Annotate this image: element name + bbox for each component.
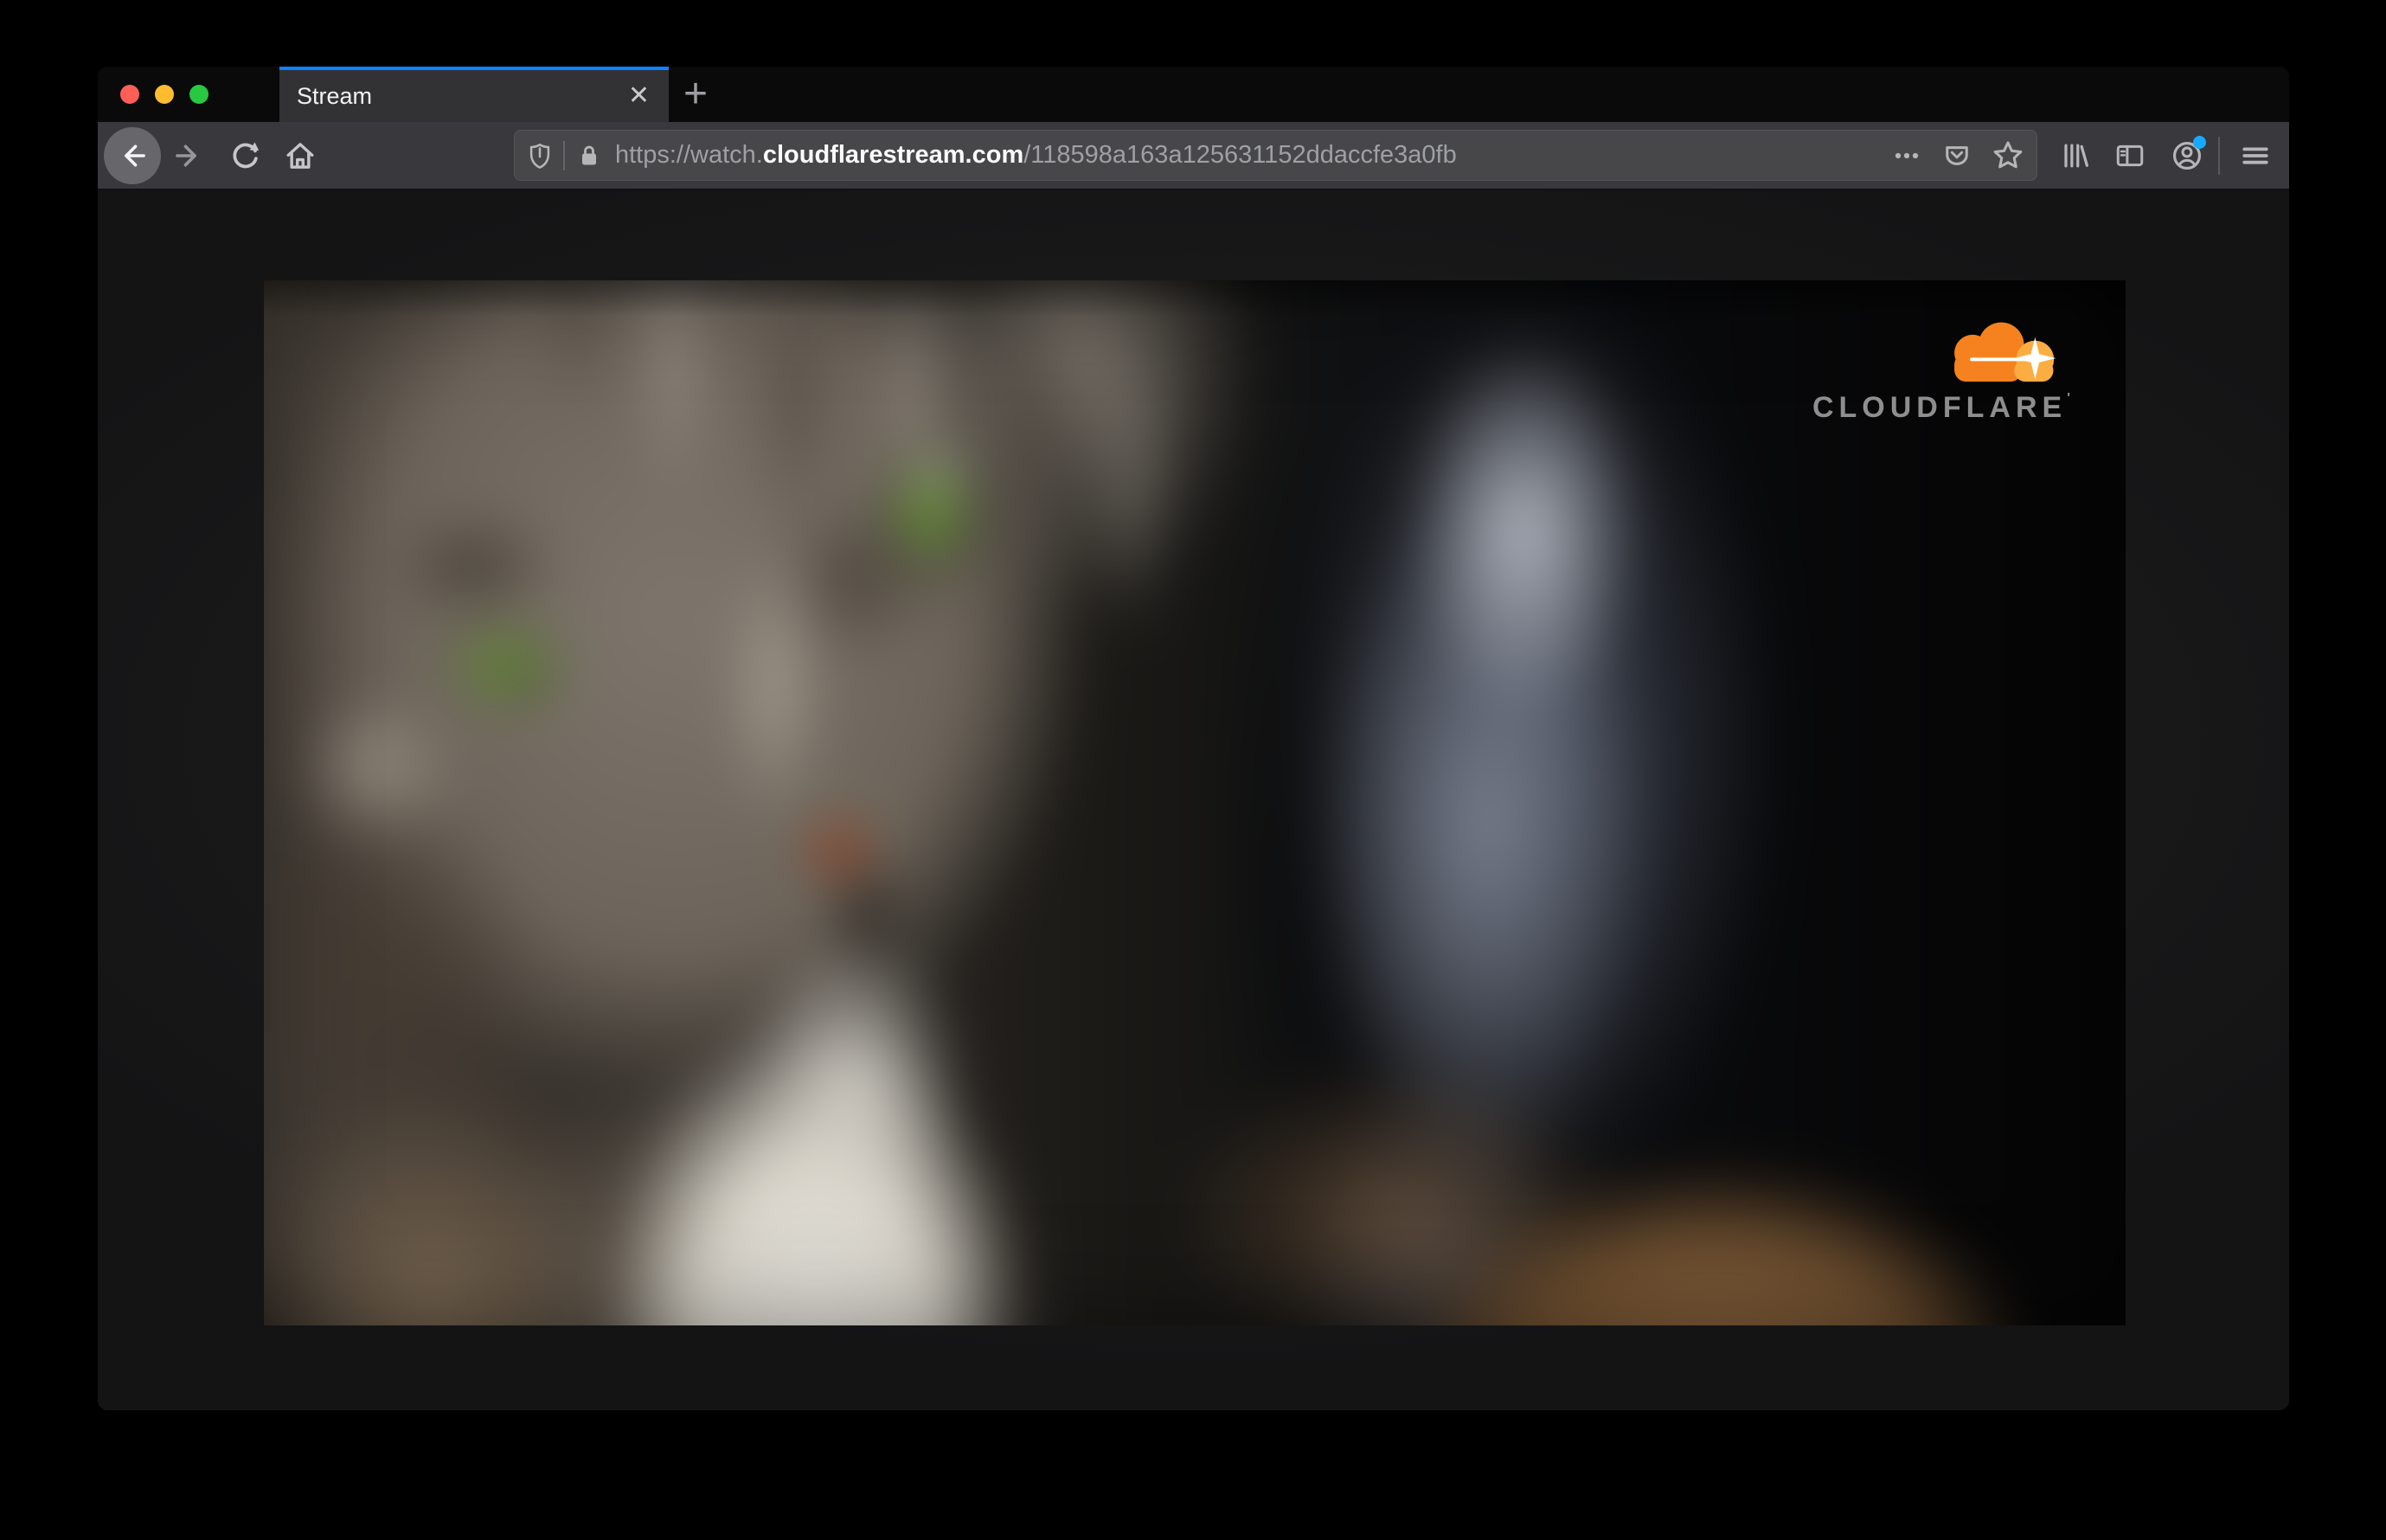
pocket-icon[interactable] [1940, 138, 1974, 173]
home-icon [282, 138, 318, 174]
page-content: CLOUDFLARE' [98, 190, 2289, 1410]
tab-title: Stream [297, 82, 373, 109]
video-frame-blurred-cat [264, 280, 2126, 1325]
browser-window: Stream ✕ + https://watch.cloudflarestrea… [98, 67, 2289, 1410]
tracking-protection-shield-icon[interactable] [525, 141, 555, 170]
urlbar-separator [563, 140, 565, 170]
account-button[interactable] [2166, 122, 2208, 189]
url-text[interactable]: https://watch.cloudflarestream.com/11859… [615, 141, 1889, 170]
library-button[interactable] [2056, 122, 2094, 189]
library-icon [2057, 138, 2092, 173]
new-tab-button[interactable]: + [669, 67, 722, 122]
navigation-toolbar: https://watch.cloudflarestream.com/11859… [98, 122, 2289, 190]
window-controls [98, 67, 279, 122]
trademark-glyph: ' [2067, 391, 2075, 406]
cloudflare-logo-icon [1954, 322, 2056, 382]
cloudflare-wordmark: CLOUDFLARE' [1812, 391, 2075, 424]
zoom-window-button[interactable] [189, 85, 208, 104]
url-prefix: https://watch. [615, 141, 763, 169]
menu-button[interactable] [2235, 122, 2276, 189]
back-icon [104, 126, 161, 184]
minimize-window-button[interactable] [155, 85, 174, 104]
url-path: /118598a163a125631152ddaccfe3a0fb [1023, 141, 1457, 169]
close-window-button[interactable] [120, 85, 139, 104]
reload-icon [228, 138, 262, 173]
account-notification-dot [2193, 136, 2206, 149]
page-actions [1889, 138, 2026, 174]
forward-icon [172, 139, 205, 172]
sidebar-icon [2113, 138, 2147, 173]
hamburger-menu-icon [2240, 140, 2271, 171]
home-button[interactable] [281, 122, 319, 189]
tab-stream[interactable]: Stream ✕ [279, 67, 669, 122]
reload-button[interactable] [226, 122, 264, 189]
forward-button[interactable] [170, 122, 208, 189]
toolbar-separator [2218, 137, 2220, 175]
tab-close-icon[interactable]: ✕ [628, 83, 650, 109]
video-player[interactable]: CLOUDFLARE' [264, 280, 2126, 1325]
page-actions-ellipsis-icon[interactable] [1889, 138, 1924, 173]
back-button[interactable] [104, 122, 161, 189]
url-host: cloudflarestream.com [762, 141, 1024, 169]
bookmark-star-icon[interactable] [1990, 138, 2026, 174]
tab-bar: Stream ✕ + [98, 67, 2289, 122]
sidebar-button[interactable] [2111, 122, 2149, 189]
cloudflare-watermark: CLOUDFLARE' [1790, 318, 2075, 425]
address-bar[interactable]: https://watch.cloudflarestream.com/11859… [514, 130, 2037, 181]
https-lock-icon[interactable] [575, 142, 603, 170]
